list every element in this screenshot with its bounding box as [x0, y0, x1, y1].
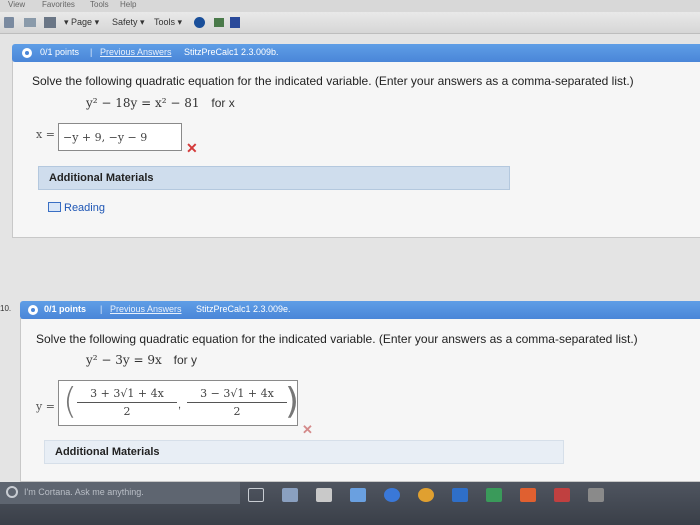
taskbar: I'm Cortana. Ask me anything.: [0, 482, 700, 525]
q2-equation-text: y² − 3y = 9x: [86, 353, 162, 367]
q2-number: 10.: [0, 304, 12, 313]
expand-question-1-icon[interactable]: [22, 48, 32, 58]
tools-menu-button[interactable]: Tools ▾: [154, 17, 182, 28]
q1-source: StitzPreCalc1 2.3.009b.: [184, 47, 279, 57]
file-explorer-icon[interactable]: [282, 488, 298, 502]
expand-question-2-icon[interactable]: [28, 305, 38, 315]
cortana-icon: [6, 486, 18, 498]
chrome-icon[interactable]: [418, 488, 434, 502]
q2-incorrect-icon: ✕: [302, 422, 313, 437]
q1-for-var: for x: [211, 96, 235, 110]
q2-left-paren: (: [63, 381, 78, 422]
feeds-icon[interactable]: [24, 18, 36, 27]
mail-icon[interactable]: [350, 488, 366, 502]
q1-answer-value: −y + 9, −y − 9: [63, 131, 148, 144]
help-icon[interactable]: [194, 17, 205, 28]
q2-answer-field[interactable]: ( 3 + 3√1 + 4x 2 , 3 − 3√1 + 4x 2 ): [58, 380, 300, 426]
menu-favorites[interactable]: Favorites: [42, 0, 75, 9]
blog-icon[interactable]: [230, 17, 240, 28]
q2-frac2-denominator: 2: [233, 405, 241, 418]
q2-prompt: Solve the following quadratic equation f…: [36, 332, 638, 346]
page-menu-label: Page: [71, 17, 93, 27]
q2-source: StitzPreCalc1 2.3.009e.: [196, 304, 291, 314]
q1-additional-materials-label: Additional Materials: [49, 172, 154, 184]
q2-fraction-1: 3 + 3√1 + 4x 2: [77, 387, 177, 418]
q2-equation: y² − 3y = 9x for y: [86, 353, 197, 367]
q1-points: 0/1 points: [40, 47, 80, 57]
cortana-search-box[interactable]: I'm Cortana. Ask me anything.: [0, 482, 240, 504]
home-icon[interactable]: [4, 17, 14, 28]
edge-icon[interactable]: [384, 488, 400, 502]
q1-answer-field[interactable]: −y + 9, −y − 9: [58, 123, 182, 151]
q1-answer-label: x =: [36, 128, 55, 141]
book-icon: [48, 202, 61, 212]
menu-help[interactable]: Help: [120, 0, 136, 9]
q1-reading-label: Reading: [64, 202, 105, 214]
q2-answer-label: y =: [36, 400, 55, 413]
q1-incorrect-icon: ✕: [186, 140, 198, 156]
print-icon[interactable]: [44, 17, 56, 28]
task-view-icon[interactable]: [248, 488, 264, 502]
page-menu-button[interactable]: ▾ Page ▾: [64, 17, 99, 28]
q2-frac1-numerator: 3 + 3√1 + 4x: [77, 387, 177, 403]
safety-menu-button[interactable]: Safety ▾: [112, 17, 145, 28]
q2-right-paren: ): [285, 381, 300, 422]
q1-previous-answers-link[interactable]: Previous Answers: [100, 47, 172, 57]
q2-for-var: for y: [173, 353, 197, 367]
menu-tools[interactable]: Tools: [90, 0, 109, 9]
calculator-icon[interactable]: [588, 488, 604, 502]
q2-comma: ,: [178, 399, 182, 411]
q1-additional-materials-bar[interactable]: Additional Materials: [38, 166, 510, 190]
safety-menu-label: Safety: [112, 17, 138, 27]
q2-frac2-numerator: 3 − 3√1 + 4x: [187, 387, 287, 403]
menu-bar: View Favorites Tools Help: [0, 0, 700, 12]
menu-view[interactable]: View: [8, 0, 25, 9]
q2-previous-answers-link[interactable]: Previous Answers: [110, 304, 182, 314]
tools-menu-label: Tools: [154, 17, 176, 27]
q2-frac1-denominator: 2: [123, 405, 131, 418]
q1-prompt: Solve the following quadratic equation f…: [32, 74, 634, 88]
question-1-header: 0/1 points | Previous Answers StitzPreCa…: [12, 44, 700, 62]
question-2-header: 0/1 points | Previous Answers StitzPreCa…: [20, 301, 700, 319]
q2-additional-materials-label: Additional Materials: [55, 446, 160, 458]
q2-points: 0/1 points: [44, 304, 87, 314]
app-icon-1[interactable]: [452, 488, 468, 502]
q1-equation-text: y² − 18y = x² − 81: [86, 96, 200, 110]
q2-additional-materials-bar[interactable]: Additional Materials: [44, 440, 564, 464]
q1-equation: y² − 18y = x² − 81 for x: [86, 96, 235, 110]
store-icon[interactable]: [316, 488, 332, 502]
q2-fraction-2: 3 − 3√1 + 4x 2: [187, 387, 287, 418]
app-icon-3[interactable]: [520, 488, 536, 502]
app-icon-2[interactable]: [486, 488, 502, 502]
cortana-placeholder: I'm Cortana. Ask me anything.: [24, 487, 144, 497]
research-icon[interactable]: [214, 18, 224, 27]
app-icon-4[interactable]: [554, 488, 570, 502]
q1-reading-link[interactable]: Reading: [48, 202, 105, 214]
command-bar: ▾ Page ▾ Safety ▾ Tools ▾: [0, 12, 700, 34]
